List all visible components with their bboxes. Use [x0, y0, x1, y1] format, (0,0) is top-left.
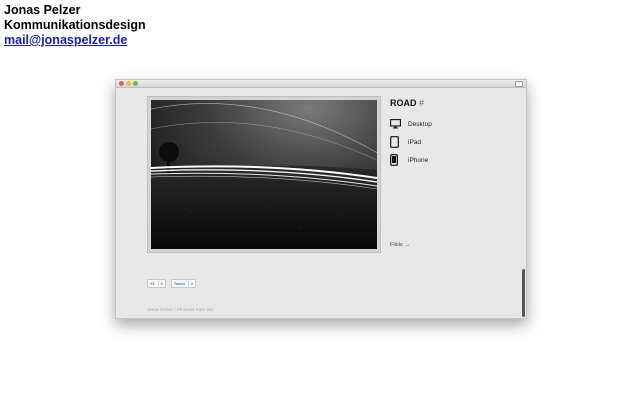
phone-icon — [390, 154, 404, 166]
road-photo[interactable] — [145, 100, 382, 249]
post-title-text: ROAD — [390, 98, 417, 108]
download-ipad-label: iPad — [408, 138, 422, 146]
download-ipad[interactable]: iPad — [390, 136, 421, 148]
tweet-button[interactable]: Tweet 0 — [170, 279, 197, 288]
post-title: ROAD # — [390, 98, 424, 108]
zoom-window-button[interactable] — [133, 81, 138, 86]
flickr-link[interactable]: Flickr → — [390, 242, 410, 248]
author-name: Jonas Pelzer — [4, 3, 81, 17]
monitor-icon — [390, 118, 404, 130]
social-buttons: +1 0 Tweet 0 — [147, 279, 197, 288]
download-desktop-label: Desktop — [408, 120, 432, 128]
email-link[interactable]: mail@jonaspelzer.de — [4, 33, 146, 48]
download-iphone[interactable]: iPhone — [390, 154, 428, 166]
browser-window: ROAD # Desktop iPad iPhone Flickr → +1 0… — [115, 79, 527, 319]
road-photo-image — [145, 100, 382, 249]
gplus-button[interactable]: +1 0 — [147, 279, 166, 288]
download-iphone-label: iPhone — [408, 156, 429, 164]
author-role: Kommunikationsdesign — [4, 18, 146, 32]
footer-text: Jonas Pelzer / Photoset Kate Set — [147, 307, 214, 312]
vertical-scrollbar[interactable] — [522, 269, 525, 317]
resize-icon[interactable] — [515, 81, 523, 87]
photo-frame — [145, 96, 382, 253]
gplus-count: 0 — [157, 281, 163, 286]
close-window-button[interactable] — [119, 81, 124, 86]
window-titlebar — [116, 80, 526, 88]
gplus-label: +1 — [150, 281, 155, 286]
tweet-label: Tweet — [173, 281, 185, 286]
tweet-count: 0 — [187, 281, 193, 286]
download-desktop[interactable]: Desktop — [390, 118, 432, 130]
site-header: Jonas Pelzer Kommunikationsdesign mail@j… — [4, 3, 146, 48]
minimize-window-button[interactable] — [126, 81, 131, 86]
permalink-hash[interactable]: # — [419, 98, 424, 108]
tablet-icon — [390, 136, 404, 148]
